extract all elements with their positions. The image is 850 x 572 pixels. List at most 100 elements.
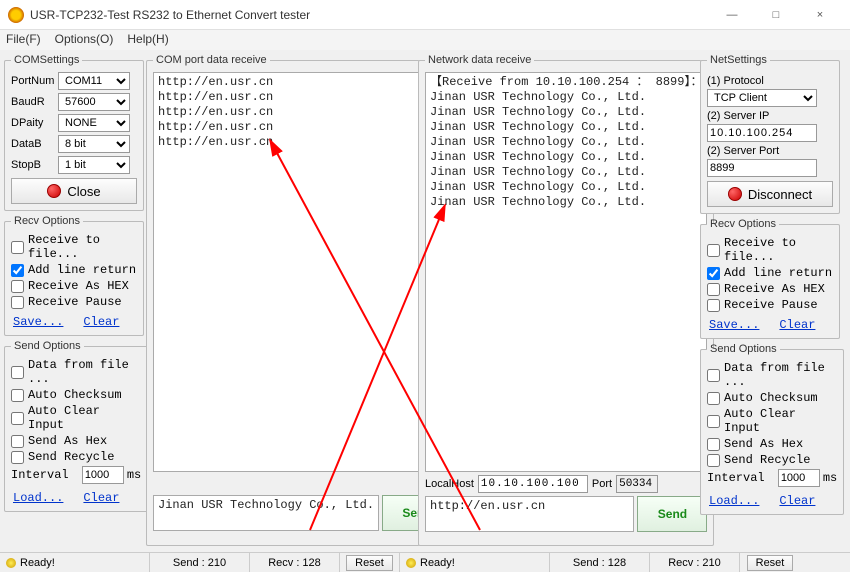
localhost-label: LocalHost bbox=[425, 478, 474, 490]
recv-options-left-group: Recv Options Receive to file... Add line… bbox=[4, 215, 144, 336]
parity-label: DPaity bbox=[11, 117, 55, 129]
com-settings-group: COMSettings PortNumCOM11 BaudR57600 DPai… bbox=[4, 54, 144, 211]
portnum-select[interactable]: COM11 bbox=[58, 72, 130, 90]
com-settings-legend: COMSettings bbox=[11, 54, 82, 66]
recv-to-file-right[interactable] bbox=[707, 244, 720, 257]
clear-recv-left[interactable]: Clear bbox=[83, 315, 119, 329]
port-input[interactable] bbox=[616, 475, 658, 493]
reset2-button[interactable]: Reset bbox=[747, 555, 794, 571]
record-icon bbox=[728, 187, 742, 201]
recv-to-file-right-label: Receive to file... bbox=[724, 236, 833, 264]
load-send-left[interactable]: Load... bbox=[13, 491, 63, 505]
send-options-left-group: Send Options Data from file ... Auto Che… bbox=[4, 340, 148, 512]
load-send-right[interactable]: Load... bbox=[709, 494, 759, 508]
save-recv-right[interactable]: Save... bbox=[709, 318, 759, 332]
send-hex-right-label: Send As Hex bbox=[724, 437, 803, 451]
net-recv-legend: Network data receive bbox=[425, 54, 534, 66]
bulb-icon bbox=[6, 558, 16, 568]
menu-file[interactable]: File(F) bbox=[6, 32, 41, 48]
net-recv-group: Network data receive 【Receive from 10.10… bbox=[418, 54, 714, 546]
clear-send-right[interactable]: Clear bbox=[779, 494, 815, 508]
add-line-left[interactable] bbox=[11, 264, 24, 277]
serverip-input[interactable] bbox=[707, 124, 817, 142]
recv-options-right-group: Recv Options Receive to file... Add line… bbox=[700, 218, 840, 339]
interval-right-input[interactable] bbox=[778, 469, 820, 487]
ms-left-label: ms bbox=[127, 468, 141, 482]
ready1-label: Ready! bbox=[20, 557, 55, 569]
parity-select[interactable]: NONE bbox=[58, 114, 130, 132]
serverip-label: (2) Server IP bbox=[707, 110, 833, 122]
recv-pause-left[interactable] bbox=[11, 296, 24, 309]
statusbar: Ready! Send : 210 Recv : 128 Reset Ready… bbox=[0, 552, 850, 572]
menu-options[interactable]: Options(O) bbox=[55, 32, 114, 48]
stopb-select[interactable]: 1 bit bbox=[58, 156, 130, 174]
datab-select[interactable]: 8 bit bbox=[58, 135, 130, 153]
portnum-label: PortNum bbox=[11, 75, 55, 87]
send-hex-right[interactable] bbox=[707, 438, 720, 451]
net-settings-legend: NetSettings bbox=[707, 54, 770, 66]
clear-recv-right[interactable]: Clear bbox=[779, 318, 815, 332]
data-from-file-left[interactable] bbox=[11, 366, 24, 379]
port-label: Port bbox=[592, 478, 612, 490]
net-send-button[interactable]: Send bbox=[637, 496, 707, 532]
close-window-button[interactable]: × bbox=[798, 0, 842, 30]
recv-hex-right[interactable] bbox=[707, 283, 720, 296]
recv-options-right-legend: Recv Options bbox=[707, 218, 779, 230]
disconnect-label: Disconnect bbox=[748, 187, 812, 202]
menu-help[interactable]: Help(H) bbox=[127, 32, 168, 48]
auto-clear-left[interactable] bbox=[11, 412, 24, 425]
send1-label: Send : 210 bbox=[173, 557, 226, 569]
reset1-button[interactable]: Reset bbox=[346, 555, 393, 571]
ms-right-label: ms bbox=[823, 471, 837, 485]
disconnect-button[interactable]: Disconnect bbox=[707, 181, 833, 207]
close-com-label: Close bbox=[67, 184, 100, 199]
serverport-label: (2) Server Port bbox=[707, 145, 833, 157]
auto-clear-right-label: Auto Clear Input bbox=[724, 407, 837, 435]
data-from-file-right-label: Data from file ... bbox=[724, 361, 837, 389]
recv-hex-right-label: Receive As HEX bbox=[724, 282, 825, 296]
net-settings-group: NetSettings (1) Protocol TCP Client (2) … bbox=[700, 54, 840, 214]
send-hex-left[interactable] bbox=[11, 435, 24, 448]
recv-to-file-left[interactable] bbox=[11, 241, 24, 254]
recv-pause-right-label: Receive Pause bbox=[724, 298, 818, 312]
send-options-right-legend: Send Options bbox=[707, 343, 780, 355]
maximize-button[interactable]: □ bbox=[754, 0, 798, 30]
recv-hex-left[interactable] bbox=[11, 280, 24, 293]
interval-left-input[interactable] bbox=[82, 466, 124, 484]
add-line-right-label: Add line return bbox=[724, 266, 832, 280]
net-send-input[interactable]: http://en.usr.cn bbox=[425, 496, 634, 532]
stopb-label: StopB bbox=[11, 159, 55, 171]
titlebar: USR-TCP232-Test RS232 to Ethernet Conver… bbox=[0, 0, 850, 30]
localhost-input[interactable] bbox=[478, 475, 588, 493]
send-recycle-left[interactable] bbox=[11, 451, 24, 464]
baud-select[interactable]: 57600 bbox=[58, 93, 130, 111]
app-icon bbox=[8, 7, 24, 23]
send2-label: Send : 128 bbox=[573, 557, 626, 569]
send-recycle-right-label: Send Recycle bbox=[724, 453, 810, 467]
auto-checksum-left-label: Auto Checksum bbox=[28, 388, 122, 402]
net-recv-text[interactable]: 【Receive from 10.10.100.254 ： 8899】： Jin… bbox=[425, 72, 707, 472]
send-recycle-left-label: Send Recycle bbox=[28, 450, 114, 464]
auto-clear-right[interactable] bbox=[707, 415, 720, 428]
protocol-select[interactable]: TCP Client bbox=[707, 89, 817, 107]
recv-pause-left-label: Receive Pause bbox=[28, 295, 122, 309]
data-from-file-left-label: Data from file ... bbox=[28, 358, 141, 386]
save-recv-left[interactable]: Save... bbox=[13, 315, 63, 329]
minimize-button[interactable]: — bbox=[710, 0, 754, 30]
com-send-input[interactable]: Jinan USR Technology Co., Ltd. bbox=[153, 495, 379, 531]
bulb-icon bbox=[406, 558, 416, 568]
close-com-button[interactable]: Close bbox=[11, 178, 137, 204]
record-icon bbox=[47, 184, 61, 198]
recv-to-file-left-label: Receive to file... bbox=[28, 233, 137, 261]
add-line-right[interactable] bbox=[707, 267, 720, 280]
serverport-input[interactable] bbox=[707, 159, 817, 177]
data-from-file-right[interactable] bbox=[707, 369, 720, 382]
com-recv-group: COM port data receive http://en.usr.cn h… bbox=[146, 54, 459, 546]
auto-checksum-left[interactable] bbox=[11, 389, 24, 402]
send-options-left-legend: Send Options bbox=[11, 340, 84, 352]
com-recv-text[interactable]: http://en.usr.cn http://en.usr.cn http:/… bbox=[153, 72, 452, 472]
clear-send-left[interactable]: Clear bbox=[83, 491, 119, 505]
send-recycle-right[interactable] bbox=[707, 454, 720, 467]
recv-pause-right[interactable] bbox=[707, 299, 720, 312]
auto-checksum-right[interactable] bbox=[707, 392, 720, 405]
